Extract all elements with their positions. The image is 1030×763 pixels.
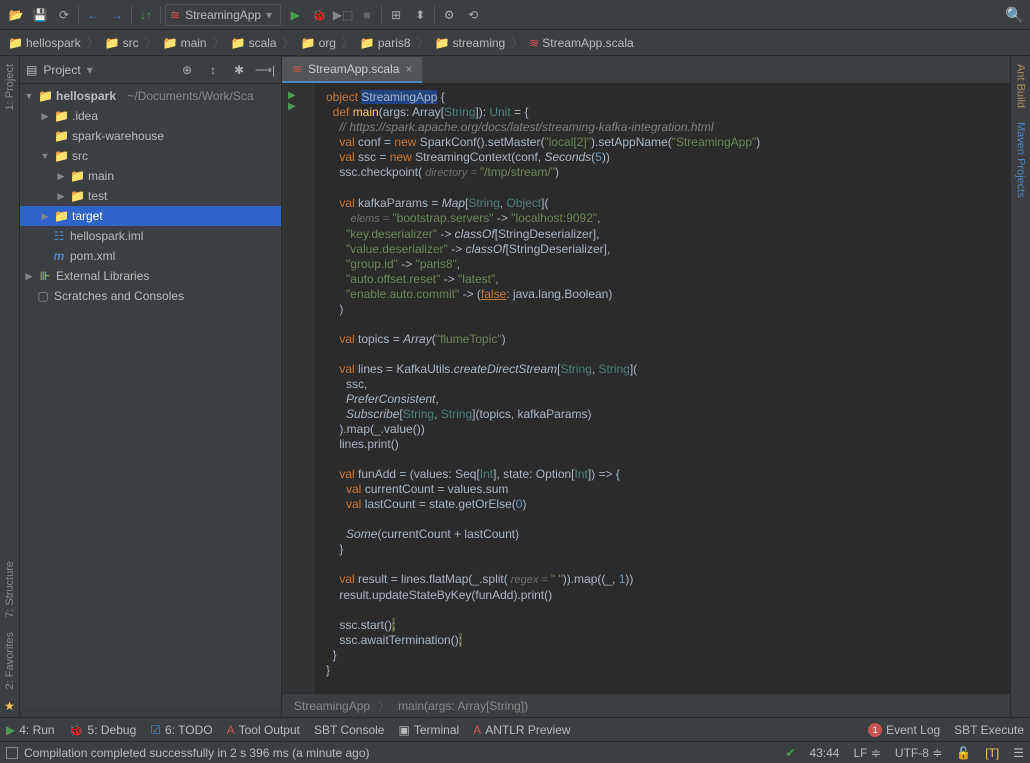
editor-tabs: ≋ StreamApp.scala × [282, 56, 1010, 84]
status-lock-icon[interactable]: 🔓 [956, 746, 971, 760]
save-all-icon[interactable]: 💾 [30, 5, 50, 25]
crumb[interactable]: 📁scala [229, 36, 279, 50]
tool-terminal[interactable]: ▣Terminal [398, 723, 459, 737]
tool-structure[interactable]: 7: Structure [4, 557, 16, 622]
tool-todo[interactable]: ☑6: TODO [150, 723, 212, 737]
undo-icon[interactable]: ← [83, 5, 103, 25]
divider [78, 6, 79, 24]
sync-icon[interactable]: ⟳ [54, 5, 74, 25]
event-log[interactable]: 1Event Log [868, 723, 940, 737]
project-icon: ▤ [26, 63, 37, 77]
bottom-tool-bar: ▶4: Run 🐞5: Debug ☑6: TODO ATool Output … [0, 717, 1030, 741]
editor-breadcrumb: StreamingApp 〉 main(args: Array[String]) [282, 693, 1010, 717]
hierarchy-icon[interactable]: ⬍ [410, 5, 430, 25]
status-line-ending[interactable]: LF ≑ [853, 746, 880, 760]
editor: ▶ ▶ object StreamingApp { def main(args:… [282, 84, 1010, 693]
tool-antlr[interactable]: AANTLR Preview [473, 723, 570, 737]
crumb[interactable]: 📁paris8 [358, 36, 413, 50]
close-icon[interactable]: × [405, 62, 412, 76]
star-icon: ★ [4, 699, 15, 713]
sbt-execute[interactable]: SBT Execute [954, 723, 1024, 737]
editor-area: ≋ StreamApp.scala × ▶ ▶ object Streaming… [282, 56, 1010, 717]
settings-icon[interactable]: ✱ [229, 60, 249, 80]
tree-pom[interactable]: mpom.xml [20, 246, 281, 266]
tree-iml[interactable]: ☷hellospark.iml [20, 226, 281, 246]
status-inspect-icon[interactable]: [T] [985, 746, 999, 760]
structure-icon[interactable]: ⊞ [386, 5, 406, 25]
debug-icon[interactable]: 🐞 [309, 5, 329, 25]
coverage-icon[interactable]: ▶⬚ [333, 5, 353, 25]
open-icon[interactable]: 📂 [6, 5, 26, 25]
tree-idea[interactable]: ▶📁.idea [20, 106, 281, 126]
editor-gutter[interactable]: ▶ ▶ [282, 84, 316, 693]
tree-root[interactable]: ▼📁hellospark ~/Documents/Work/Sca [20, 86, 281, 106]
dropdown-icon: ▾ [266, 8, 272, 22]
status-hector-icon[interactable]: ☰ [1013, 746, 1024, 760]
status-hint-icon[interactable]: ✔ [785, 746, 795, 760]
tree-test[interactable]: ▶📁test [20, 186, 281, 206]
tool-debug[interactable]: 🐞5: Debug [69, 723, 137, 737]
tree-scratch[interactable]: ▢Scratches and Consoles [20, 286, 281, 306]
crumb-project[interactable]: 📁hellospark [6, 36, 83, 50]
bc-class[interactable]: StreamingApp [294, 699, 370, 713]
status-bar: Compilation completed successfully in 2 … [0, 741, 1030, 763]
main-area: 1: Project 7: Structure 2: Favorites ★ ▤… [0, 56, 1030, 717]
left-gutter: 1: Project 7: Structure 2: Favorites ★ [0, 56, 20, 717]
tool-project[interactable]: 1: Project [4, 60, 16, 114]
divider [434, 6, 435, 24]
main-toolbar: 📂 💾 ⟳ ← → ↓↑ ≋ StreamingApp ▾ ▶ 🐞 ▶⬚ ■ ⊞… [0, 0, 1030, 30]
divider [131, 6, 132, 24]
divider [381, 6, 382, 24]
tab-streamapp[interactable]: ≋ StreamApp.scala × [282, 57, 422, 83]
dropdown-icon[interactable]: ▾ [87, 63, 93, 77]
divider [160, 6, 161, 24]
scala-icon: ≋ [292, 62, 302, 76]
scrollbar[interactable] [20, 707, 281, 717]
refresh-icon[interactable]: ⟲ [463, 5, 483, 25]
tree-warehouse[interactable]: 📁spark-warehouse [20, 126, 281, 146]
project-tree[interactable]: ▼📁hellospark ~/Documents/Work/Sca ▶📁.ide… [20, 84, 281, 707]
crumb[interactable]: 📁src [103, 36, 141, 50]
event-badge: 1 [868, 723, 882, 737]
tool-favorites[interactable]: 2: Favorites [4, 628, 16, 693]
tool-maven[interactable]: Maven Projects [1015, 118, 1027, 202]
crumb[interactable]: 📁streaming [433, 36, 508, 50]
tool-sbt[interactable]: SBT Console [314, 723, 384, 737]
hide-icon[interactable]: ⟶| [255, 60, 275, 80]
tree-src[interactable]: ▼📁src [20, 146, 281, 166]
run-config-selector[interactable]: ≋ StreamingApp ▾ [165, 4, 281, 26]
tree-target[interactable]: ▶📁target [20, 206, 281, 226]
tool-run[interactable]: ▶4: Run [6, 723, 55, 737]
tool-ant[interactable]: Ant Build [1015, 60, 1027, 112]
project-panel: ▤ Project ▾ ⊕ ↕ ✱ ⟶| ▼📁hellospark ~/Docu… [20, 56, 282, 717]
run-icon[interactable]: ▶ [285, 5, 305, 25]
search-icon[interactable]: 🔍 [1005, 6, 1024, 24]
code-editor[interactable]: object StreamingApp { def main(args: Arr… [316, 84, 1010, 693]
status-position[interactable]: 43:44 [809, 746, 839, 760]
project-title: Project [43, 63, 80, 77]
tab-label: StreamApp.scala [308, 62, 399, 76]
status-message: Compilation completed successfully in 2 … [24, 746, 370, 760]
tree-external[interactable]: ▶⊪External Libraries [20, 266, 281, 286]
sbt-icon[interactable]: ⚙ [439, 5, 459, 25]
project-header: ▤ Project ▾ ⊕ ↕ ✱ ⟶| [20, 56, 281, 84]
collapse-icon[interactable]: ↕ [203, 60, 223, 80]
tool-windows-icon[interactable] [6, 747, 18, 759]
breadcrumb-bar: 📁hellospark〉 📁src〉 📁main〉 📁scala〉 📁org〉 … [0, 30, 1030, 56]
vcs-icon[interactable]: ↓↑ [136, 5, 156, 25]
bc-method[interactable]: main(args: Array[String]) [398, 699, 528, 713]
crumb-file[interactable]: ≋StreamApp.scala [527, 36, 635, 50]
tool-output[interactable]: ATool Output [227, 723, 300, 737]
tree-main[interactable]: ▶📁main [20, 166, 281, 186]
crumb[interactable]: 📁org [299, 36, 338, 50]
stop-icon[interactable]: ■ [357, 5, 377, 25]
redo-icon[interactable]: → [107, 5, 127, 25]
run-config-label: StreamingApp [185, 8, 261, 22]
crumb[interactable]: 📁main [161, 36, 209, 50]
status-encoding[interactable]: UTF-8 ≑ [895, 746, 942, 760]
locate-icon[interactable]: ⊕ [177, 60, 197, 80]
right-gutter: Ant Build Maven Projects [1010, 56, 1030, 717]
scala-icon: ≋ [170, 8, 180, 22]
